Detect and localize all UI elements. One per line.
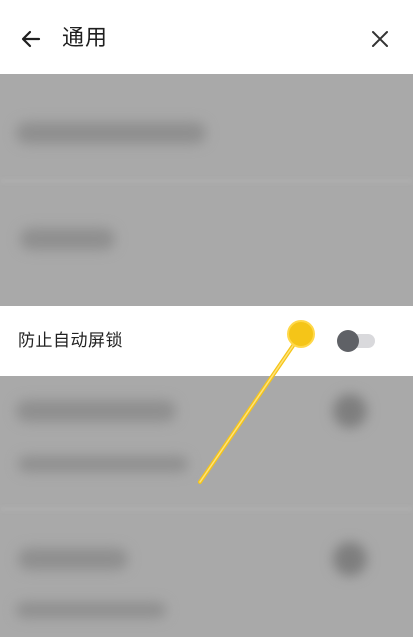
blurred-divider — [0, 180, 413, 182]
blurred-divider — [0, 508, 413, 510]
blurred-toggle — [333, 542, 367, 576]
blurred-item — [16, 122, 206, 144]
toggle-knob — [337, 330, 359, 352]
arrow-left-icon — [21, 30, 41, 48]
back-button[interactable] — [14, 22, 48, 56]
blurred-item — [18, 456, 188, 472]
setting-row-prevent-auto-lock[interactable]: 防止自动屏锁 — [0, 306, 413, 376]
blurred-item — [20, 228, 115, 250]
page-title: 通用 — [62, 26, 109, 51]
blurred-toggle — [333, 394, 367, 428]
setting-label: 防止自动屏锁 — [18, 331, 123, 351]
blurred-item — [16, 400, 176, 422]
prevent-auto-lock-toggle[interactable] — [337, 330, 375, 352]
top-bar: 通用 — [0, 0, 413, 74]
close-icon — [372, 31, 388, 47]
settings-general-page: 通用 防止自动屏锁 — [0, 0, 413, 637]
close-button[interactable] — [363, 22, 397, 56]
blurred-item — [16, 602, 166, 618]
dimmed-overlay-bottom — [0, 376, 413, 637]
dimmed-overlay-top — [0, 74, 413, 306]
blurred-item — [18, 548, 128, 570]
